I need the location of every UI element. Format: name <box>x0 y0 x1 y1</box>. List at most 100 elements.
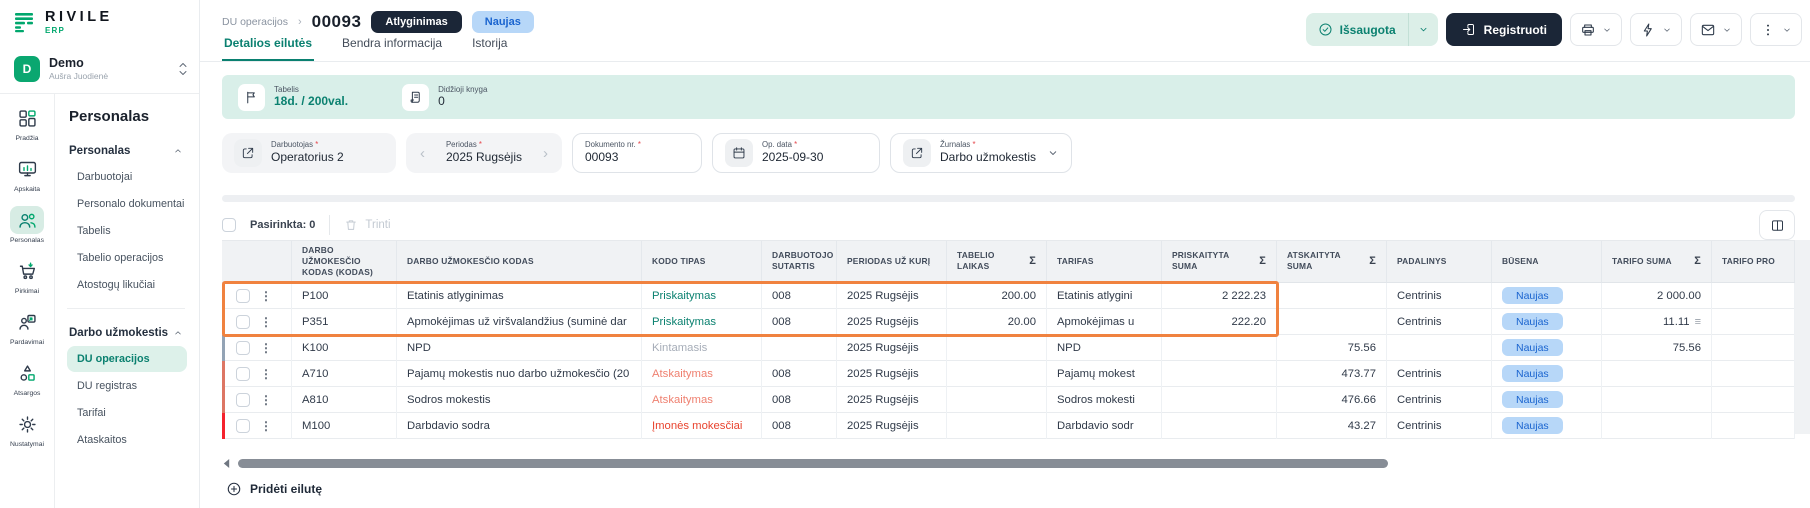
row-checkbox[interactable] <box>236 315 250 329</box>
document-type-badge: Atlyginimas <box>371 11 461 33</box>
column-header[interactable]: TABELIO LAIKAS Σ <box>947 241 1047 283</box>
sidebar-section-personalas[interactable]: Personalas <box>67 139 191 163</box>
sidebar-item[interactable]: Tabelio operacijos <box>67 245 187 271</box>
column-header[interactable]: PERIODAS UŽ KURĮ <box>837 241 947 283</box>
sidebar-item[interactable]: DU operacijos <box>67 346 187 372</box>
more-options-button[interactable] <box>1750 13 1802 46</box>
scroll-left-icon[interactable] <box>222 458 231 469</box>
sidebar-item[interactable]: Personalo dokumentai <box>67 191 187 217</box>
tab[interactable]: Istorija <box>470 36 509 61</box>
sum-icon[interactable]: Σ <box>1255 254 1266 268</box>
rail-item-apskaita[interactable]: Apskaita <box>0 155 54 193</box>
workspace-selector[interactable]: D Demo Aušra Juodienė <box>0 45 199 94</box>
main-content: DU operacijos › 00093 Atlyginimas Naujas… <box>200 0 1810 508</box>
column-header[interactable]: TARIFAS <box>1047 241 1162 283</box>
row-checkbox[interactable] <box>236 419 250 433</box>
column-header[interactable] <box>222 241 292 283</box>
column-header[interactable]: ATSKAITYTA SUMA Σ <box>1277 241 1387 283</box>
employee-field[interactable]: Darbuotojas * Operatorius 2 <box>222 133 396 173</box>
operation-date-field[interactable]: Op. data * 2025-09-30 <box>712 133 880 173</box>
column-header[interactable]: TARIFO PRO <box>1712 241 1795 283</box>
rail-item-pirkimai[interactable]: Pirkimai <box>0 257 54 295</box>
sidebar-item[interactable]: Atostogų likučiai <box>67 272 187 298</box>
tab[interactable]: Detalios eilutės <box>222 36 314 61</box>
external-link-icon[interactable] <box>234 139 262 167</box>
register-button[interactable]: Registruoti <box>1446 13 1562 46</box>
cell-status: Naujas <box>1492 283 1602 309</box>
column-header[interactable]: TARIFO SUMA Σ <box>1602 241 1712 283</box>
period-prev-icon[interactable]: ‹ <box>418 145 427 162</box>
document-number-field[interactable]: Dokumento nr. * 00093 <box>572 133 702 173</box>
rail-item-pradzia[interactable]: Pradžia <box>0 104 54 142</box>
delete-button[interactable]: Trinti <box>344 218 390 232</box>
period-next-icon[interactable]: › <box>541 145 550 162</box>
rail-item-nustatymai[interactable]: Nustatymai <box>0 410 54 448</box>
row-menu-icon[interactable]: ⋮ <box>260 393 272 407</box>
cell-department: Centrinis <box>1387 283 1492 309</box>
column-header[interactable]: DARBUOTOJO SUTARTIS <box>762 241 837 283</box>
cell-tariff-pct <box>1712 361 1795 387</box>
row-checkbox[interactable] <box>236 367 250 381</box>
cell-tariff: Apmokėjimas u <box>1047 309 1162 335</box>
shapes-icon <box>10 359 44 387</box>
rail-item-pardavimai[interactable]: Pardavimai <box>0 308 54 346</box>
column-header[interactable]: DARBO UŽMOKESČIO KODAS (KODAS) <box>292 241 397 283</box>
document-number: 00093 <box>312 12 362 32</box>
row-checkbox[interactable] <box>236 289 250 303</box>
cart-icon <box>10 257 44 285</box>
workspace-switch-icon[interactable] <box>177 61 189 77</box>
sum-icon[interactable]: Σ <box>1025 254 1036 268</box>
sidebar-item[interactable]: Darbuotojai <box>67 164 187 190</box>
toolbar-actions: Išsaugota Registruoti <box>1306 13 1802 46</box>
calendar-icon[interactable] <box>725 139 753 167</box>
rail-item-personalas[interactable]: Personalas <box>0 206 54 244</box>
column-settings-button[interactable] <box>1759 210 1795 240</box>
column-header[interactable]: PRISKAITYTA SUMA Σ <box>1162 241 1277 283</box>
breadcrumb-link[interactable]: DU operacijos <box>222 16 288 28</box>
row-menu-icon[interactable]: ⋮ <box>260 341 272 355</box>
row-menu-icon[interactable]: ⋮ <box>260 419 272 433</box>
column-header[interactable]: BŪSENA <box>1492 241 1602 283</box>
cell-type: Kintamasis <box>642 335 762 361</box>
journal-field[interactable]: Žurnalas * Darbo užmokestis <box>890 133 1072 173</box>
column-header[interactable]: DARBO UŽMOKESČIO KODAS <box>397 241 642 283</box>
cell-name: Sodros mokestis <box>397 387 642 413</box>
chevron-down-icon <box>1662 25 1672 35</box>
sidebar-item[interactable]: DU registras <box>67 373 187 399</box>
rail-item-atsargos[interactable]: Atsargos <box>0 359 54 397</box>
column-header[interactable]: PADALINYS <box>1387 241 1492 283</box>
saved-dropdown-chevron[interactable] <box>1408 13 1438 46</box>
sidebar-item[interactable]: Tarifai <box>67 400 187 426</box>
table-top-scrollbar[interactable] <box>222 195 1795 202</box>
sidebar-item[interactable]: Tabelis <box>67 218 187 244</box>
sidebar-item[interactable]: Ataskaitos <box>67 427 187 453</box>
menu-hamburger-icon[interactable] <box>12 12 36 33</box>
sidebar-section-darbo-uzmokestis[interactable]: Darbo užmokestis <box>67 321 191 345</box>
add-row-button[interactable]: Pridėti eilutę <box>226 481 322 497</box>
select-all-checkbox[interactable] <box>222 218 236 232</box>
external-link-icon[interactable] <box>903 139 931 167</box>
tab[interactable]: Bendra informacija <box>340 36 444 61</box>
email-button[interactable] <box>1690 13 1742 46</box>
cell-deducted <box>1277 309 1387 335</box>
horizontal-scrollbar[interactable] <box>222 459 1795 469</box>
row-checkbox[interactable] <box>236 341 250 355</box>
automation-button[interactable] <box>1630 13 1682 46</box>
row-menu-icon[interactable]: ⋮ <box>260 367 272 381</box>
sidebar-divider <box>67 308 185 309</box>
print-button[interactable] <box>1570 13 1622 46</box>
sum-icon[interactable]: Σ <box>1365 254 1376 268</box>
sum-icon[interactable]: Σ <box>1690 254 1701 268</box>
row-menu-icon[interactable]: ⋮ <box>260 289 272 303</box>
cell-period: 2025 Rugsėjis <box>837 283 947 309</box>
row-menu-icon[interactable]: ⋮ <box>260 315 272 329</box>
saved-split-button[interactable]: Išsaugota <box>1306 13 1438 46</box>
period-field[interactable]: ‹ Periodas * 2025 Rugsėjis › <box>406 133 562 173</box>
sales-icon <box>10 308 44 336</box>
drag-handle-icon[interactable]: ≡ <box>1695 316 1701 328</box>
column-header[interactable]: KODO TIPAS <box>642 241 762 283</box>
cell-period: 2025 Rugsėjis <box>837 309 947 335</box>
cell-time: 200.00 <box>947 283 1047 309</box>
row-checkbox[interactable] <box>236 393 250 407</box>
scrollbar-thumb[interactable] <box>238 459 1388 468</box>
